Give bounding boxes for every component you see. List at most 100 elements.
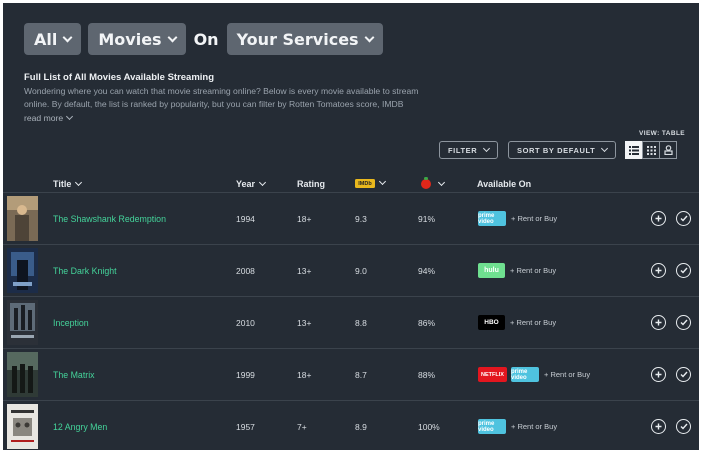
page-description: Wondering where you can watch that movie… bbox=[24, 86, 419, 109]
rotten-tomatoes-score: 88% bbox=[418, 369, 436, 380]
imdb-score: 8.7 bbox=[355, 369, 367, 380]
services-dropdown[interactable]: Your Services bbox=[226, 23, 383, 55]
check-icon bbox=[680, 371, 688, 378]
type-dropdown[interactable]: All bbox=[24, 23, 82, 55]
movie-year: 2008 bbox=[236, 265, 255, 276]
chevron-down-icon bbox=[258, 178, 267, 186]
column-year[interactable]: Year bbox=[236, 178, 267, 189]
read-more-link[interactable]: read more bbox=[24, 112, 74, 123]
imdb-score: 8.9 bbox=[355, 421, 367, 432]
poster-image bbox=[7, 300, 38, 345]
movie-year: 1994 bbox=[236, 213, 255, 224]
add-to-watchlist-button[interactable] bbox=[651, 315, 666, 330]
rotten-tomatoes-score: 91% bbox=[418, 213, 436, 224]
mark-watched-button[interactable] bbox=[676, 315, 691, 330]
available-on: hulu + Rent or Buy bbox=[478, 245, 556, 296]
movie-title-link[interactable]: The Shawshank Redemption bbox=[53, 214, 166, 224]
plus-icon bbox=[655, 423, 662, 430]
movie-table: The Shawshank Redemption 1994 18+ 9.3 91… bbox=[3, 192, 699, 450]
grid-icon bbox=[646, 145, 656, 155]
movie-poster[interactable] bbox=[7, 352, 38, 397]
table-row[interactable]: The Dark Knight 2008 13+ 9.0 94% hulu + … bbox=[3, 244, 699, 296]
table-row[interactable]: Inception 2010 13+ 8.8 86% HBO + Rent or… bbox=[3, 296, 699, 348]
column-available-on: Available On bbox=[477, 179, 531, 189]
poster-image bbox=[7, 196, 38, 241]
filter-button[interactable]: FILTER bbox=[439, 141, 499, 159]
mark-watched-button[interactable] bbox=[676, 419, 691, 434]
hulu-logo[interactable]: hulu bbox=[478, 263, 505, 278]
rent-or-buy-link[interactable]: + Rent or Buy bbox=[510, 266, 556, 275]
prime-video-logo[interactable]: prime video bbox=[478, 211, 506, 226]
add-to-watchlist-button[interactable] bbox=[651, 419, 666, 434]
movie-poster[interactable] bbox=[7, 300, 38, 345]
movie-title-link[interactable]: The Dark Knight bbox=[53, 266, 117, 276]
mark-watched-button[interactable] bbox=[676, 367, 691, 382]
chevron-down-icon bbox=[364, 32, 375, 42]
chevron-down-icon bbox=[167, 32, 178, 42]
poster-image bbox=[7, 352, 38, 397]
rent-or-buy-link[interactable]: + Rent or Buy bbox=[511, 422, 557, 431]
movie-year: 1999 bbox=[236, 369, 255, 380]
poster-image bbox=[7, 404, 38, 449]
movie-title-link[interactable]: 12 Angry Men bbox=[53, 422, 107, 432]
grid-view-button[interactable] bbox=[642, 141, 660, 159]
filter-bar: All Movies On Your Services bbox=[24, 23, 383, 55]
check-icon bbox=[680, 215, 688, 222]
filter-button-label: FILTER bbox=[448, 145, 478, 155]
available-on: prime video + Rent or Buy bbox=[478, 193, 557, 244]
column-rating: Rating bbox=[297, 179, 325, 189]
movie-rating: 18+ bbox=[297, 369, 312, 380]
plus-icon bbox=[655, 267, 662, 274]
category-dropdown[interactable]: Movies bbox=[88, 23, 186, 55]
check-icon bbox=[680, 267, 688, 274]
filter-connector: On bbox=[193, 29, 219, 49]
column-rotten-tomatoes[interactable] bbox=[421, 177, 446, 189]
rent-or-buy-link[interactable]: + Rent or Buy bbox=[544, 370, 590, 379]
chevron-down-icon bbox=[66, 112, 74, 121]
chevron-down-icon bbox=[437, 178, 446, 186]
mark-watched-button[interactable] bbox=[676, 263, 691, 278]
prime-video-logo[interactable]: prime video bbox=[478, 419, 506, 434]
chevron-down-icon bbox=[483, 144, 491, 152]
column-title-label: Title bbox=[53, 179, 72, 189]
movie-poster[interactable] bbox=[7, 404, 38, 449]
column-title[interactable]: Title bbox=[53, 178, 83, 189]
plus-icon bbox=[655, 215, 662, 222]
table-row[interactable]: The Shawshank Redemption 1994 18+ 9.3 91… bbox=[3, 192, 699, 244]
movie-rating: 13+ bbox=[297, 265, 312, 276]
rent-or-buy-link[interactable]: + Rent or Buy bbox=[510, 318, 556, 327]
services-dropdown-label: Your Services bbox=[236, 29, 359, 49]
list-icon bbox=[629, 145, 639, 155]
column-imdb[interactable]: IMDb bbox=[355, 177, 387, 188]
app-frame: All Movies On Your Services Full List of… bbox=[3, 3, 699, 450]
chevron-down-icon bbox=[378, 177, 387, 186]
rent-or-buy-link[interactable]: + Rent or Buy bbox=[511, 214, 557, 223]
add-to-watchlist-button[interactable] bbox=[651, 263, 666, 278]
sort-button[interactable]: SORT BY DEFAULT bbox=[508, 141, 617, 159]
rotten-tomatoes-score: 94% bbox=[418, 265, 436, 276]
poster-view-button[interactable] bbox=[659, 141, 677, 159]
movie-poster[interactable] bbox=[7, 196, 38, 241]
available-on: HBO + Rent or Buy bbox=[478, 297, 556, 348]
netflix-logo[interactable]: NETFLIX bbox=[478, 367, 507, 382]
sort-button-label: SORT BY DEFAULT bbox=[517, 145, 596, 155]
chevron-down-icon bbox=[601, 144, 609, 152]
add-to-watchlist-button[interactable] bbox=[651, 367, 666, 382]
plus-icon bbox=[655, 371, 662, 378]
table-row[interactable]: 12 Angry Men 1957 7+ 8.9 100% prime vide… bbox=[3, 400, 699, 450]
movie-rating: 7+ bbox=[297, 421, 307, 432]
available-on: NETFLIX prime video + Rent or Buy bbox=[478, 349, 590, 400]
tomato-icon bbox=[421, 177, 431, 189]
movie-title-link[interactable]: Inception bbox=[53, 318, 89, 328]
hbo-logo[interactable]: HBO bbox=[478, 315, 505, 330]
table-view-button[interactable] bbox=[625, 141, 643, 159]
table-row[interactable]: The Matrix 1999 18+ 8.7 88% NETFLIX prim… bbox=[3, 348, 699, 400]
view-toggle bbox=[625, 141, 677, 159]
movie-poster[interactable] bbox=[7, 248, 38, 293]
imdb-score: 9.0 bbox=[355, 265, 367, 276]
mark-watched-button[interactable] bbox=[676, 211, 691, 226]
movie-title-link[interactable]: The Matrix bbox=[53, 370, 95, 380]
add-to-watchlist-button[interactable] bbox=[651, 211, 666, 226]
page-title: Full List of All Movies Available Stream… bbox=[24, 72, 215, 83]
prime-video-logo[interactable]: prime video bbox=[511, 367, 539, 382]
